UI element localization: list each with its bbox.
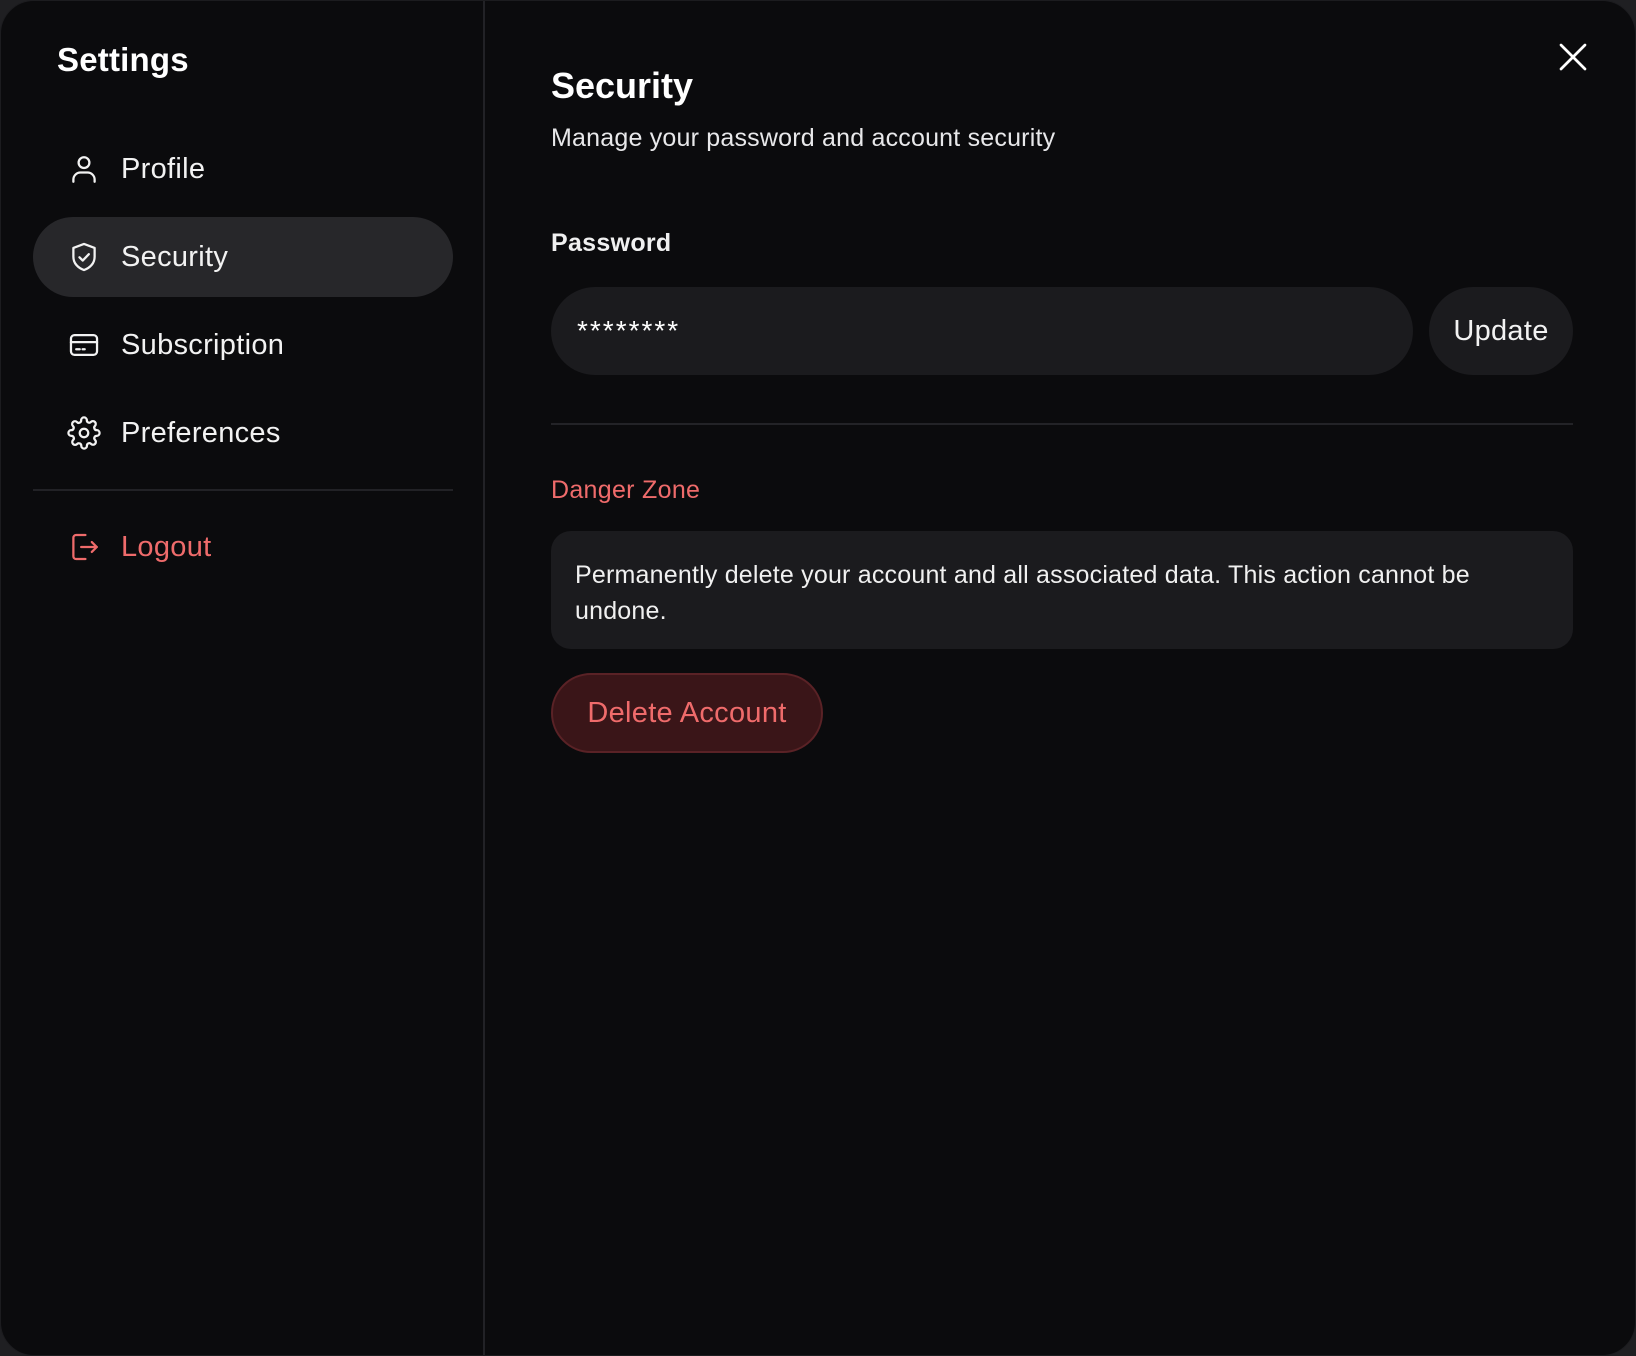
user-icon <box>67 152 101 186</box>
logout-icon <box>67 530 101 564</box>
settings-window: Settings Profile Security Subscription P… <box>0 0 1636 1356</box>
sidebar-item-label: Security <box>121 240 229 273</box>
close-icon <box>1559 43 1587 71</box>
danger-zone-title: Danger Zone <box>551 476 701 504</box>
logout-label: Logout <box>121 530 212 563</box>
sidebar-item-label: Profile <box>121 152 206 185</box>
password-field[interactable] <box>551 287 1413 375</box>
password-label: Password <box>551 229 672 257</box>
page-subtitle: Manage your password and account securit… <box>551 124 1056 152</box>
settings-sidebar: Settings Profile Security Subscription P… <box>1 1 485 1355</box>
update-password-button[interactable]: Update <box>1429 287 1573 375</box>
shield-icon <box>67 240 101 274</box>
sidebar-item-label: Subscription <box>121 328 285 361</box>
security-panel: Security Manage your password and accoun… <box>485 1 1635 1355</box>
danger-zone-description: Permanently delete your account and all … <box>551 531 1573 649</box>
delete-account-button[interactable]: Delete Account <box>551 673 823 753</box>
logout-button[interactable]: Logout <box>33 507 453 587</box>
credit-card-icon <box>67 328 101 362</box>
close-button[interactable] <box>1555 39 1591 75</box>
section-divider <box>551 423 1573 425</box>
sidebar-nav: Profile Security Subscription Preference… <box>33 129 453 481</box>
sidebar-title: Settings <box>57 41 189 78</box>
sidebar-item-label: Preferences <box>121 416 281 449</box>
sidebar-item-subscription[interactable]: Subscription <box>33 305 453 385</box>
sidebar-item-preferences[interactable]: Preferences <box>33 393 453 473</box>
page-title: Security <box>551 65 694 106</box>
sidebar-item-security[interactable]: Security <box>33 217 453 297</box>
sidebar-divider <box>33 489 453 491</box>
gear-icon <box>67 416 101 450</box>
sidebar-item-profile[interactable]: Profile <box>33 129 453 209</box>
